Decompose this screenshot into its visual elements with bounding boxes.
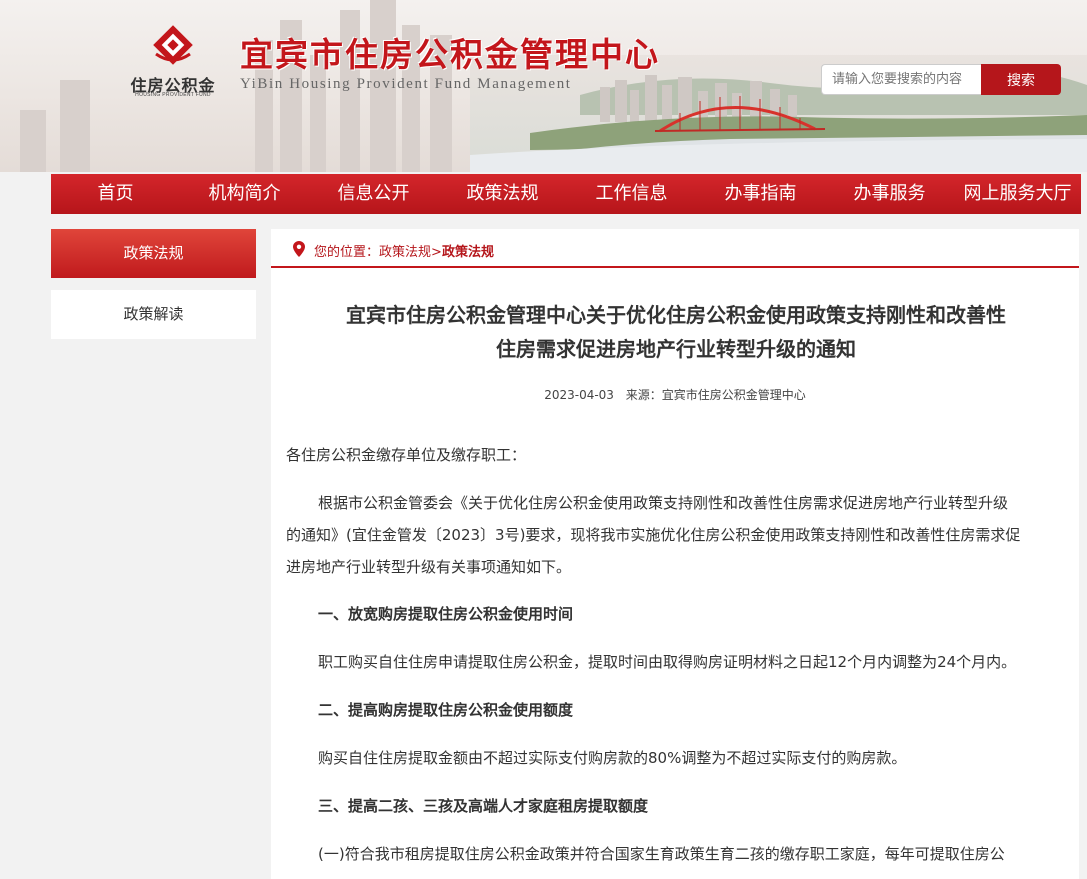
article-section-heading: 一、放宽购房提取住房公积金使用时间 bbox=[318, 605, 574, 623]
breadcrumb-text: 您的位置：政策法规>政策法规 bbox=[314, 241, 494, 260]
site-title: 宜宾市住房公积金管理中心 bbox=[240, 35, 660, 74]
nav-item-home[interactable]: 首页 bbox=[51, 174, 180, 214]
location-pin-icon bbox=[293, 241, 305, 257]
nav-item-work-info[interactable]: 工作信息 bbox=[567, 174, 696, 214]
article-paragraph: 进房地产行业转型升级有关事项通知如下。 bbox=[286, 558, 572, 576]
nav-item-services[interactable]: 办事服务 bbox=[825, 174, 954, 214]
nav-item-policy[interactable]: 政策法规 bbox=[438, 174, 567, 214]
housing-fund-emblem-icon bbox=[153, 25, 193, 65]
article-paragraph: (一)符合我市租房提取住房公积金政策并符合国家生育政策生育二孩的缴存职工家庭，每… bbox=[318, 845, 1005, 863]
article-section-heading: 二、提高购房提取住房公积金使用额度 bbox=[318, 701, 574, 719]
article-title: 宜宾市住房公积金管理中心关于优化住房公积金使用政策支持刚性和改善性 住房需求促进… bbox=[291, 298, 1061, 366]
search-button[interactable]: 搜索 bbox=[981, 64, 1061, 95]
article-source: 来源：宜宾市住房公积金管理中心 bbox=[625, 388, 806, 402]
site-logo[interactable]: 住房公积金 HOUSING PROVIDENT FUND bbox=[125, 22, 221, 102]
article-title-line2: 住房需求促进房地产行业转型升级的通知 bbox=[496, 337, 856, 361]
article-paragraph: 的通知》(宜住金管发〔2023〕3号)要求，现将我市实施优化住房公积金使用政策支… bbox=[286, 526, 1021, 544]
article-panel: 您的位置：政策法规>政策法规 宜宾市住房公积金管理中心关于优化住房公积金使用政策… bbox=[271, 229, 1079, 879]
article-section-heading: 三、提高二孩、三孩及高端人才家庭租房提取额度 bbox=[318, 797, 649, 815]
article-paragraph: 购买自住住房提取金额由不超过实际支付购房款的80%调整为不超过实际支付的购房款。 bbox=[318, 749, 907, 767]
breadcrumb: 您的位置：政策法规>政策法规 bbox=[271, 229, 1079, 268]
search-box: 搜索 bbox=[821, 64, 1061, 95]
breadcrumb-current[interactable]: 政策法规 bbox=[442, 245, 494, 260]
nav-item-about[interactable]: 机构简介 bbox=[180, 174, 309, 214]
article-salutation: 各住房公积金缴存单位及缴存职工： bbox=[286, 446, 527, 464]
article-date: 2023-04-03 bbox=[544, 388, 614, 402]
sidebar-item-interpretation[interactable]: 政策解读 bbox=[51, 290, 256, 339]
article-title-line1: 宜宾市住房公积金管理中心关于优化住房公积金使用政策支持刚性和改善性 bbox=[346, 303, 1006, 327]
breadcrumb-link-policy[interactable]: 政策法规 bbox=[379, 245, 431, 260]
article-meta: 2023-04-03 来源：宜宾市住房公积金管理中心 bbox=[271, 386, 1079, 403]
site-subtitle: YiBin Housing Provident Fund Management bbox=[240, 76, 572, 92]
sidebar-item-policy[interactable]: 政策法规 bbox=[51, 229, 256, 278]
main-nav: 首页 机构简介 信息公开 政策法规 工作信息 办事指南 办事服务 网上服务大厅 bbox=[51, 174, 1081, 214]
site-header: 住房公积金 HOUSING PROVIDENT FUND 宜宾市住房公积金管理中… bbox=[0, 0, 1087, 172]
search-input[interactable] bbox=[821, 64, 982, 95]
logo-text-en: HOUSING PROVIDENT FUND bbox=[135, 92, 211, 98]
breadcrumb-separator: > bbox=[431, 245, 442, 260]
nav-item-guide[interactable]: 办事指南 bbox=[696, 174, 825, 214]
breadcrumb-prefix: 您的位置： bbox=[314, 245, 380, 260]
article-paragraph: 根据市公积金管委会《关于优化住房公积金使用政策支持刚性和改善性住房需求促进房地产… bbox=[318, 494, 1009, 512]
article-paragraph: 职工购买自住住房申请提取住房公积金，提取时间由取得购房证明材料之日起12个月内调… bbox=[318, 653, 1017, 671]
nav-item-online-hall[interactable]: 网上服务大厅 bbox=[954, 174, 1081, 214]
nav-item-disclosure[interactable]: 信息公开 bbox=[309, 174, 438, 214]
